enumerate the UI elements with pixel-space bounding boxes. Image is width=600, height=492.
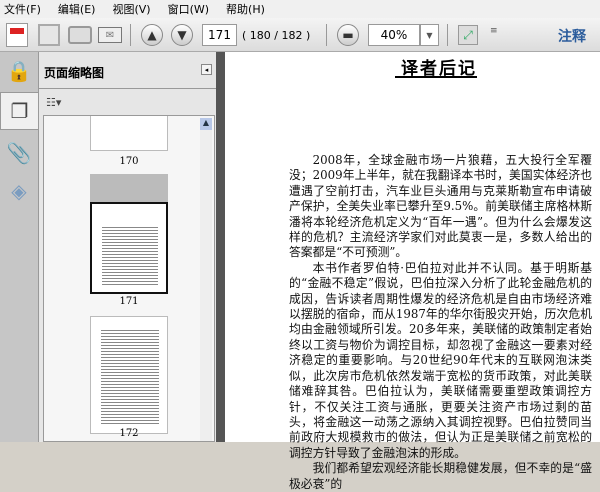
menu-view[interactable]: 视图(V) <box>112 1 150 17</box>
previous-page-button[interactable]: ▲ <box>141 24 163 46</box>
title-underline <box>395 76 477 78</box>
thumbnail-page-172[interactable] <box>90 316 168 434</box>
security-lock-icon[interactable]: 🔒 <box>4 56 34 86</box>
menu-bar: 文件(F) 编辑(E) 视图(V) 窗口(W) 帮助(H) <box>0 0 600 18</box>
thumbnail-list[interactable]: 170 171 172 ▲ <box>43 115 215 442</box>
zoom-input[interactable]: 40% <box>368 24 420 46</box>
collapse-panel-button[interactable]: ◂ <box>201 64 212 75</box>
page-thumbnails-icon[interactable]: ❐ <box>0 92 38 130</box>
menu-file[interactable]: 文件(F) <box>4 1 41 17</box>
scrollbar[interactable]: ▲ <box>200 118 212 441</box>
fit-page-icon[interactable]: ⤢ <box>458 25 478 45</box>
thumbnail-highlight <box>90 174 168 202</box>
print-icon[interactable] <box>68 26 92 44</box>
thumbnail-page-171[interactable] <box>90 202 168 294</box>
layers-icon[interactable]: ◈ <box>4 176 34 206</box>
thumbnail-label: 170 <box>119 156 139 167</box>
thumbnail-page-170[interactable] <box>90 116 168 151</box>
document-view: 译者后记 2008年，全球金融市场一片狼藉，五大投行全军覆没；2009年上半年，… <box>225 52 600 491</box>
create-pdf-icon[interactable] <box>6 23 28 47</box>
next-page-button[interactable]: ▼ <box>171 24 193 46</box>
zoom-out-button[interactable]: ▬ <box>337 24 359 46</box>
panel-splitter[interactable] <box>216 52 225 442</box>
toolbar: ✉ ▲ ▼ 171 ( 180 / 182 ) ▬ 40% ▼ ⤢ ≡ 注释 <box>0 18 600 52</box>
menu-window[interactable]: 窗口(W) <box>168 1 209 17</box>
scroll-up-icon[interactable]: ▲ <box>200 118 212 130</box>
page-thumbnails-panel: 页面缩略图 ◂ ☷▾ 170 171 172 ▲ <box>38 52 217 442</box>
paragraph: 本书作者罗伯特·巴伯拉对此并不认同。基于明斯基的“金融不稳定”假说，巴伯拉深入分… <box>289 260 592 460</box>
page-count-label: ( 180 / 182 ) <box>242 28 311 42</box>
panel-title: 页面缩略图 <box>44 66 105 80</box>
email-icon[interactable]: ✉ <box>98 27 122 43</box>
thumbnail-label: 171 <box>119 296 139 307</box>
zoom-dropdown-chevron-down-icon[interactable]: ▼ <box>420 24 439 46</box>
attachments-paperclip-icon[interactable]: 📎 <box>4 138 34 168</box>
comment-button[interactable]: 注释 <box>558 26 586 46</box>
menu-help[interactable]: 帮助(H) <box>226 1 265 17</box>
paragraph: 我们都希望宏观经济能长期稳健发展，但不幸的是“盛极必衰”的 <box>289 461 592 491</box>
thumbnail-options-icon[interactable]: ☷▾ <box>46 96 61 109</box>
save-icon[interactable] <box>38 24 60 46</box>
navigation-pane-tabs: 🔒 ❐ 📎 ◈ <box>0 52 38 442</box>
page-number-input[interactable]: 171 <box>202 24 237 46</box>
toolbar-options-icon[interactable]: ≡ <box>490 26 498 36</box>
menu-edit[interactable]: 编辑(E) <box>58 1 96 17</box>
thumbnail-label: 172 <box>119 428 139 439</box>
page-body: 2008年，全球金融市场一片狼藉，五大投行全军覆没；2009年上半年，就在我翻译… <box>289 153 592 492</box>
paragraph: 2008年，全球金融市场一片狼藉，五大投行全军覆没；2009年上半年，就在我翻译… <box>289 153 592 260</box>
